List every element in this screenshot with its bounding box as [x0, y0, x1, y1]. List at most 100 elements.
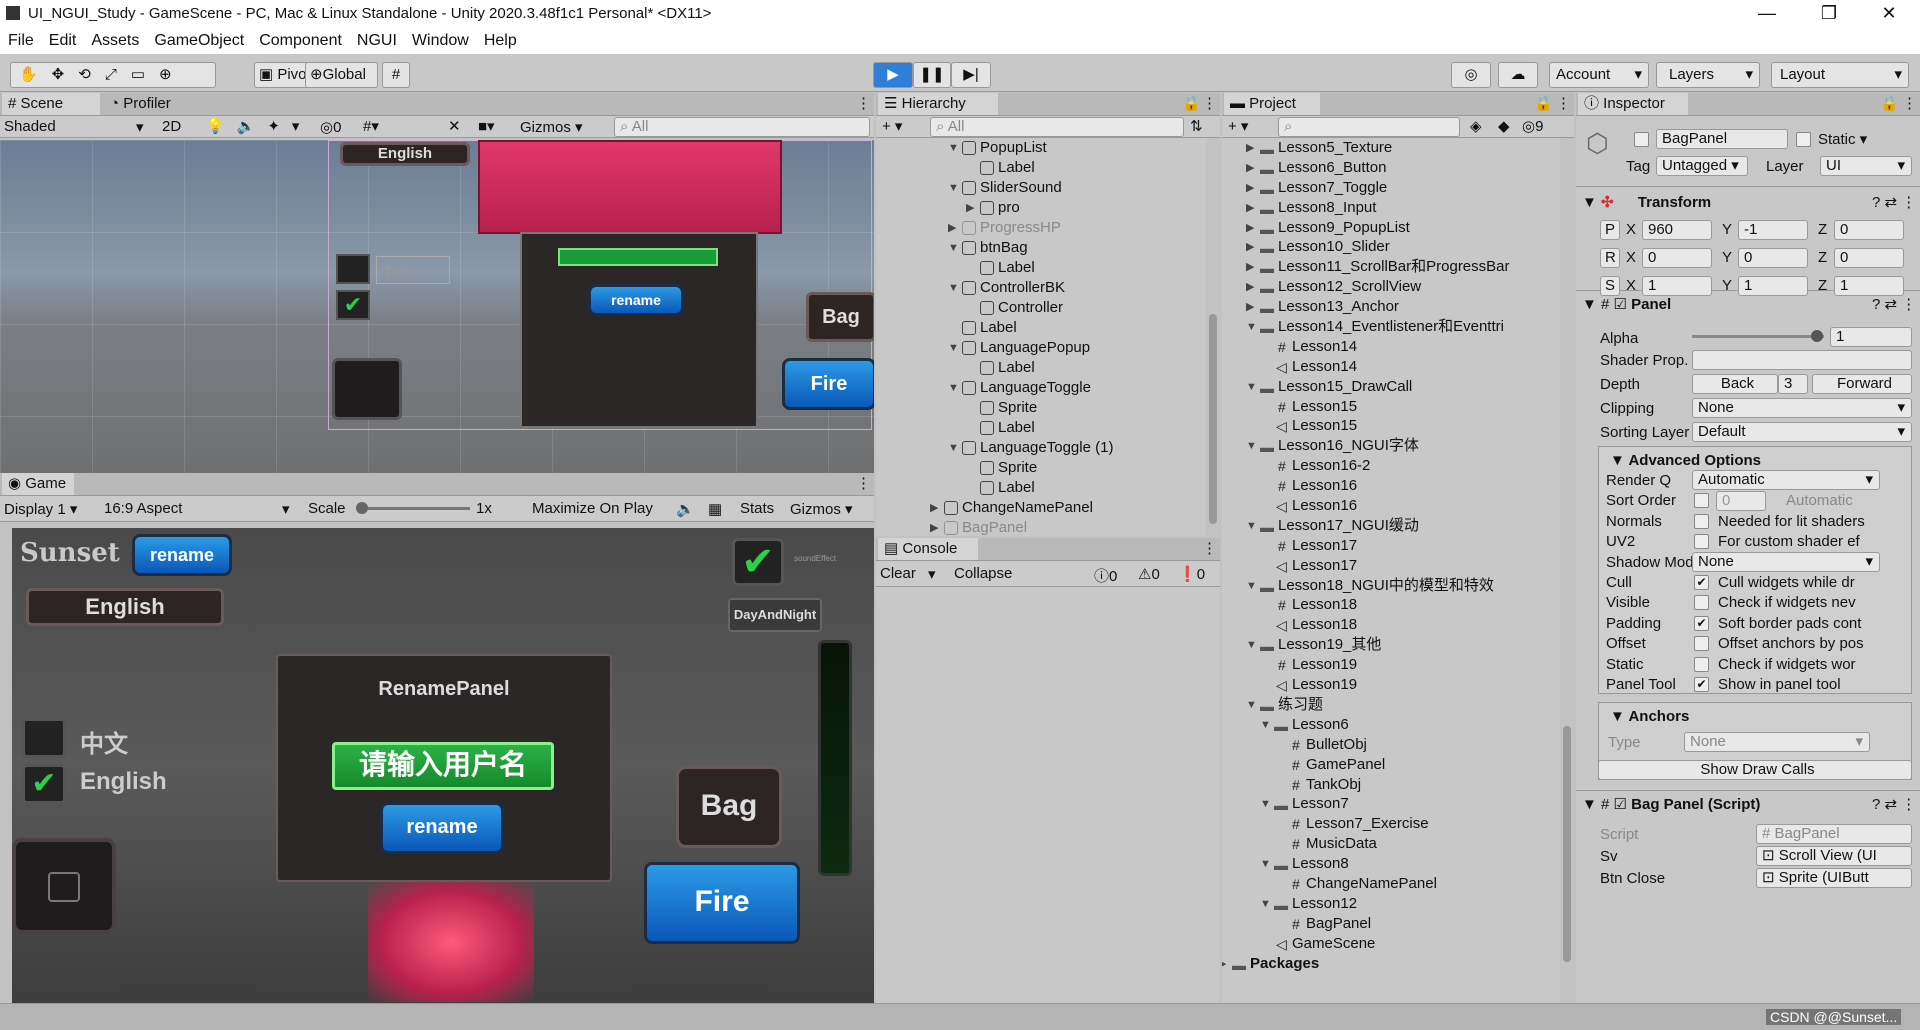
- project-item[interactable]: # Lesson16-2: [1222, 456, 1560, 476]
- project-item[interactable]: # Lesson14: [1222, 337, 1560, 357]
- expand-arrow-icon[interactable]: ▼: [1246, 695, 1257, 715]
- game-gizmos-dropdown[interactable]: Gizmos ▾: [790, 500, 853, 518]
- expand-arrow-icon[interactable]: ▼: [1246, 576, 1257, 596]
- depth-back-button[interactable]: Back: [1692, 374, 1778, 394]
- collapse-arrow-icon[interactable]: ▶: [1246, 237, 1254, 257]
- scale-slider-handle[interactable]: [356, 502, 368, 514]
- project-item[interactable]: # ChangeNamePanel: [1222, 874, 1560, 894]
- project-item[interactable]: ▼ ▬ Lesson18_NGUI中的模型和特效: [1222, 576, 1560, 596]
- scale-slider[interactable]: [360, 507, 470, 510]
- expand-arrow-icon[interactable]: ▼: [948, 378, 959, 398]
- scene-search-input[interactable]: ⌕ All: [614, 117, 870, 137]
- expand-arrow-icon[interactable]: ▼: [1246, 516, 1257, 536]
- collapse-arrow-icon[interactable]: ▶: [1246, 297, 1254, 317]
- hierarchy-item[interactable]: ▶ ChangeNamePanel: [876, 498, 1206, 518]
- game-view[interactable]: Sunset rename English ✔ soundEffect DayA…: [12, 528, 874, 1003]
- expand-arrow-icon[interactable]: ▼: [948, 438, 959, 458]
- project-item[interactable]: ◁ Lesson18: [1222, 615, 1560, 635]
- console-warning-count[interactable]: ⚠0: [1138, 565, 1160, 583]
- menu-component[interactable]: Component: [251, 28, 349, 50]
- hierarchy-item[interactable]: Sprite: [876, 398, 1206, 418]
- hierarchy-item[interactable]: ▼ LanguageToggle: [876, 378, 1206, 398]
- search-by-type-icon[interactable]: ◈: [1470, 117, 1482, 135]
- project-item[interactable]: ▼ ▬ Lesson14_Eventlistener和Eventtri: [1222, 317, 1560, 337]
- project-item[interactable]: # TankObj: [1222, 775, 1560, 795]
- layout-dropdown[interactable]: Layout ▾: [1771, 62, 1909, 88]
- hidden-objects-count[interactable]: ◎0: [320, 118, 341, 136]
- hierarchy-menu-icon[interactable]: ⋮: [1196, 93, 1217, 115]
- anchors-header[interactable]: ▼ Anchors: [1610, 704, 1689, 730]
- collapse-arrow-icon[interactable]: ▶: [1246, 257, 1254, 277]
- project-item[interactable]: # Lesson7_Exercise: [1222, 814, 1560, 834]
- hierarchy-item[interactable]: Controller: [876, 298, 1206, 318]
- expand-arrow-icon[interactable]: ▼: [948, 338, 959, 358]
- hierarchy-item[interactable]: Label: [876, 418, 1206, 438]
- tab-profiler[interactable]: ◔ Profiler: [104, 93, 171, 115]
- camera-icon[interactable]: ■▾: [478, 117, 495, 135]
- project-item[interactable]: # Lesson19: [1222, 655, 1560, 675]
- mute-icon[interactable]: 🔈: [676, 500, 695, 518]
- menu-edit[interactable]: Edit: [41, 28, 84, 50]
- collapse-arrow-icon[interactable]: ▶: [1246, 138, 1254, 158]
- game-english-popup[interactable]: English: [26, 588, 224, 626]
- sound-toggle-check-icon[interactable]: ✔: [732, 538, 784, 586]
- adv-row-checkbox[interactable]: [1694, 595, 1709, 611]
- hierarchy-item[interactable]: Label: [876, 318, 1206, 338]
- project-add-button[interactable]: + ▾: [1228, 117, 1248, 135]
- expand-arrow-icon[interactable]: ▼: [1260, 854, 1271, 874]
- transform-r-button[interactable]: R: [1600, 248, 1620, 268]
- project-item[interactable]: # Lesson15: [1222, 397, 1560, 417]
- expand-arrow-icon[interactable]: ▼: [1260, 794, 1271, 814]
- project-item[interactable]: ▶ ▬ Lesson5_Texture: [1222, 138, 1560, 158]
- collapse-arrow-icon[interactable]: ▶: [1246, 178, 1254, 198]
- day-night-button[interactable]: DayAndNight: [728, 598, 822, 632]
- hierarchy-item[interactable]: ▶ pro: [876, 198, 1206, 218]
- scene-view-toggles[interactable]: 💡🔈✦▾: [206, 117, 311, 135]
- project-lock-icon[interactable]: 🔒: [1528, 93, 1553, 115]
- collapse-arrow-icon[interactable]: ▶: [930, 498, 938, 518]
- adv-row-dropdown[interactable]: Automatic ▾: [1692, 470, 1880, 490]
- hierarchy-item[interactable]: ▼ LanguagePopup: [876, 338, 1206, 358]
- project-item[interactable]: ◁ GameScene: [1222, 934, 1560, 954]
- sorting-layer-dropdown[interactable]: Default ▾: [1692, 422, 1912, 442]
- minimize-icon[interactable]: —: [1744, 2, 1790, 26]
- project-menu-icon[interactable]: ⋮: [1550, 93, 1571, 115]
- project-item[interactable]: # Lesson17: [1222, 536, 1560, 556]
- transform-p-button[interactable]: P: [1600, 220, 1620, 240]
- collab-icon[interactable]: ◎: [1451, 62, 1491, 88]
- project-item[interactable]: ▶ ▬ Lesson10_Slider: [1222, 237, 1560, 257]
- hierarchy-item[interactable]: Label: [876, 158, 1206, 178]
- grid-icon[interactable]: #▾: [363, 117, 379, 135]
- console-error-count[interactable]: ⓘ0: [1094, 565, 1117, 586]
- hierarchy-item[interactable]: ▶ ProgressHP: [876, 218, 1206, 238]
- tab-hierarchy[interactable]: ☰ Hierarchy: [878, 93, 998, 115]
- adv-row-checkbox[interactable]: ✔: [1694, 615, 1709, 631]
- collapse-arrow-icon[interactable]: ▶: [1246, 158, 1254, 178]
- project-item[interactable]: ◁ Lesson17: [1222, 556, 1560, 576]
- menu-gameobject[interactable]: GameObject: [146, 28, 251, 50]
- shading-dropdown[interactable]: Shaded ▾: [4, 118, 150, 136]
- sort-order-checkbox[interactable]: [1694, 493, 1709, 509]
- project-item[interactable]: # MusicData: [1222, 834, 1560, 854]
- transform-pz-field[interactable]: 0: [1834, 220, 1904, 240]
- adv-row-checkbox[interactable]: [1694, 636, 1709, 652]
- transform-header[interactable]: ▼ ✣ Transform? ⇄ ⋮: [1582, 190, 1918, 216]
- shader-prop-field[interactable]: [1692, 350, 1912, 370]
- gameobject-name-field[interactable]: BagPanel: [1656, 129, 1788, 149]
- display-dropdown[interactable]: Display 1 ▾: [4, 500, 77, 518]
- tab-inspector[interactable]: ⓘ Inspector: [1578, 93, 1688, 115]
- project-item[interactable]: ◁ Lesson19: [1222, 675, 1560, 695]
- game-menu-icon[interactable]: ⋮: [850, 473, 871, 495]
- project-item[interactable]: ▶ ▬ Lesson11_ScrollBar和ProgressBar: [1222, 257, 1560, 277]
- project-item[interactable]: ▼ ▬ Lesson17_NGUI缓动: [1222, 516, 1560, 536]
- gameobject-active-checkbox[interactable]: [1634, 132, 1649, 147]
- collapse-arrow-icon[interactable]: ▶: [1222, 954, 1226, 974]
- menu-window[interactable]: Window: [404, 28, 476, 50]
- transform-py-field[interactable]: -1: [1738, 220, 1808, 240]
- depth-forward-button[interactable]: Forward: [1812, 374, 1912, 394]
- layer-dropdown[interactable]: UI ▾: [1820, 156, 1912, 176]
- expand-arrow-icon[interactable]: ▼: [1260, 715, 1271, 735]
- fire-button[interactable]: Fire: [644, 862, 800, 944]
- transform-rz-field[interactable]: 0: [1834, 248, 1904, 268]
- hierarchy-item[interactable]: ▼ btnBag: [876, 238, 1206, 258]
